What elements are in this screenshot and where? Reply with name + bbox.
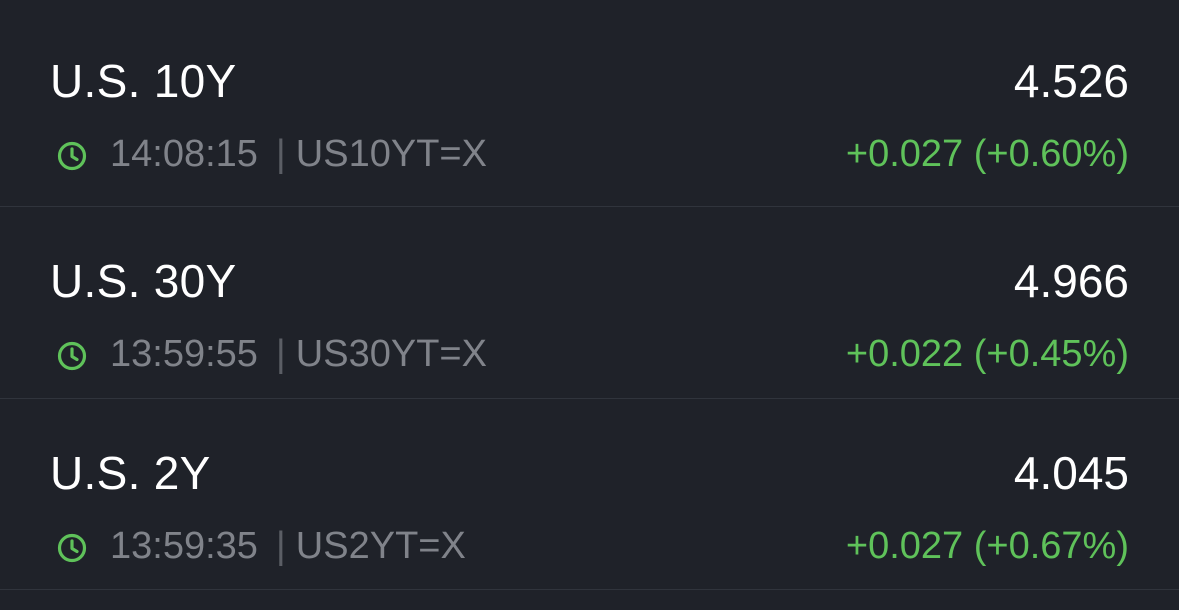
quote-time: 14:08:15 (110, 133, 258, 175)
quote-meta: 13:59:35 | US2YT=X (56, 525, 466, 568)
quote-meta: 14:08:15 | US10YT=X (56, 133, 487, 176)
quote-name: U.S. 2Y (50, 447, 211, 499)
quote-row-us10y[interactable]: U.S. 10Y 4.526 14:08:15 | US10YT=X +0.02… (0, 0, 1179, 207)
quote-price: 4.045 (1013, 447, 1129, 499)
quote-symbol: US30YT=X (295, 333, 487, 375)
quote-row-us30y[interactable]: U.S. 30Y 4.966 13:59:55 | US30YT=X +0.02… (0, 207, 1179, 399)
quote-name: U.S. 10Y (50, 55, 237, 107)
quote-meta: 13:59:55 | US30YT=X (56, 333, 487, 376)
quote-price: 4.526 (1013, 55, 1129, 107)
quote-time: 13:59:35 (110, 525, 258, 567)
quote-change: +0.027 (+0.60%) (845, 133, 1129, 175)
meta-separator: | (275, 133, 286, 175)
meta-separator: | (275, 525, 286, 567)
quote-symbol: US2YT=X (295, 525, 466, 567)
meta-separator: | (275, 333, 286, 375)
clock-icon (56, 339, 88, 371)
quote-price: 4.966 (1013, 255, 1129, 307)
quote-time: 13:59:55 (110, 333, 258, 375)
clock-icon (56, 531, 88, 563)
quote-change: +0.027 (+0.67%) (845, 525, 1129, 567)
quote-symbol: US10YT=X (295, 133, 487, 175)
quote-list: U.S. 10Y 4.526 14:08:15 | US10YT=X +0.02… (0, 0, 1179, 610)
quote-row-us2y[interactable]: U.S. 2Y 4.045 13:59:35 | US2YT=X +0.027 … (0, 399, 1179, 590)
quote-change: +0.022 (+0.45%) (845, 333, 1129, 375)
quote-name: U.S. 30Y (50, 255, 237, 307)
clock-icon (56, 139, 88, 171)
